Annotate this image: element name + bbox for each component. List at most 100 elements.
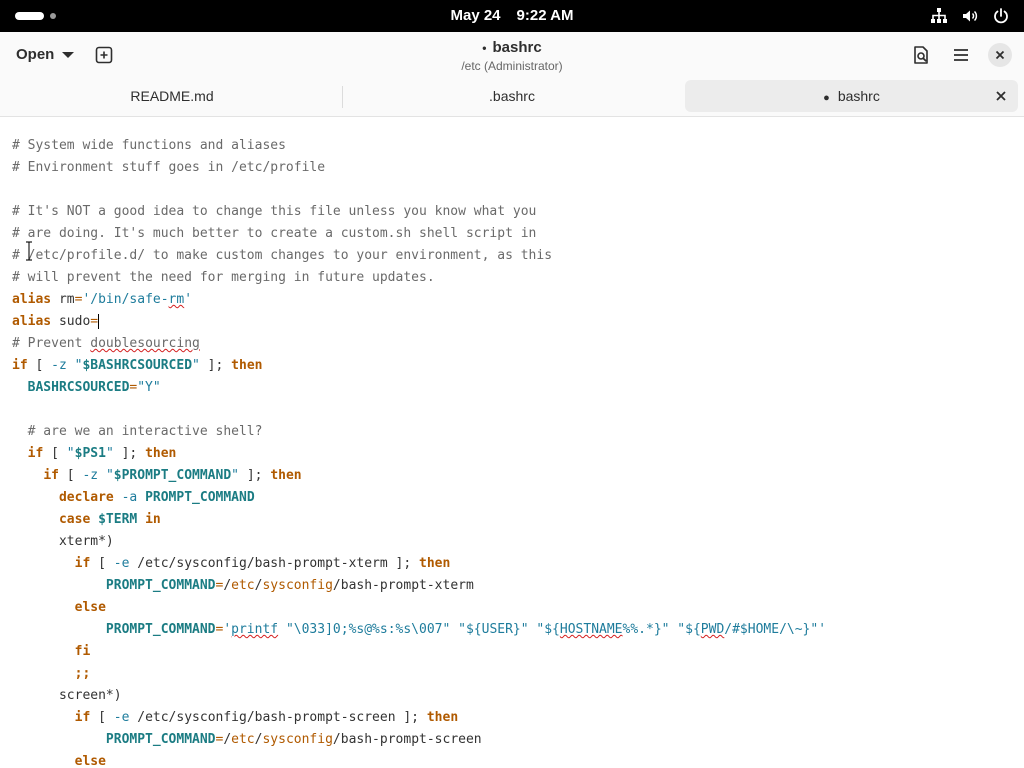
code-token: in — [145, 512, 161, 527]
code-token: $BASHRCSOURCED — [82, 358, 193, 373]
code-line[interactable]: # are doing. It's much better to create … — [12, 223, 1024, 245]
code-line[interactable]: if [ -z "$PROMPT_COMMAND" ]; then — [12, 465, 1024, 487]
code-token: fi — [74, 644, 91, 659]
code-line[interactable]: if [ -e /etc/sysconfig/bash-prompt-scree… — [12, 707, 1024, 729]
code-token: if — [74, 556, 91, 571]
code-token: -z — [82, 468, 99, 483]
code-line[interactable]: case $TERM in — [12, 509, 1024, 531]
power-icon[interactable] — [992, 7, 1010, 25]
volume-icon[interactable] — [961, 7, 979, 25]
code-token: PWD — [700, 622, 725, 637]
code-token: then — [145, 446, 177, 461]
text-insertion-cursor — [98, 314, 100, 329]
code-token: / — [223, 578, 232, 593]
chevron-down-icon — [62, 52, 75, 59]
code-token: PROMPT_COMMAND — [145, 490, 255, 505]
code-token: then — [270, 468, 302, 483]
code-token: then — [231, 358, 263, 373]
code-token: " — [105, 468, 114, 483]
tab-modified-indicator: ● — [823, 92, 830, 104]
code-line[interactable]: else — [12, 751, 1024, 768]
code-token: xterm*) — [12, 534, 114, 549]
code-token: PROMPT_COMMAND — [105, 578, 216, 593]
code-token: [ — [43, 446, 67, 461]
close-window-button[interactable] — [988, 43, 1012, 67]
code-line[interactable]: # will prevent the need for merging in f… — [12, 267, 1024, 289]
tab-bashrc[interactable]: ● bashrc — [685, 80, 1018, 112]
code-token: PROMPT_COMMAND — [105, 622, 216, 637]
code-line[interactable]: # It's NOT a good idea to change this fi… — [12, 201, 1024, 223]
code-line[interactable]: xterm*) — [12, 531, 1024, 553]
code-token: # will prevent the need for merging in f… — [12, 270, 435, 285]
tab-label: .bashrc — [489, 88, 535, 104]
code-line[interactable]: screen*) — [12, 685, 1024, 707]
code-token: "\033]0;%s@%s:%s\007" "${USER}" "${ — [278, 622, 560, 637]
code-token: / — [223, 732, 232, 747]
code-line[interactable]: # are we an interactive shell? — [12, 421, 1024, 443]
open-button[interactable]: Open — [12, 40, 78, 70]
new-tab-button[interactable] — [94, 45, 114, 65]
code-token: etc — [231, 732, 255, 747]
code-line[interactable] — [12, 399, 1024, 421]
system-tray[interactable] — [922, 7, 1010, 25]
code-line[interactable]: if [ -e /etc/sysconfig/bash-prompt-xterm… — [12, 553, 1024, 575]
code-token: alias — [12, 292, 52, 307]
text-cursor-ibeam-icon — [24, 241, 34, 261]
code-token: if — [74, 710, 91, 725]
clock-time[interactable]: 9:22 AM — [517, 7, 574, 24]
code-line[interactable]: PROMPT_COMMAND='printf "\033]0;%s@%s:%s\… — [12, 619, 1024, 641]
code-line[interactable]: alias sudo= — [12, 311, 1024, 333]
code-token: bash-prompt-xterm — [340, 578, 474, 593]
tab-label: bashrc — [837, 88, 880, 104]
main-menu-button[interactable] — [951, 45, 971, 65]
code-line[interactable]: else — [12, 597, 1024, 619]
document-title: bashrc — [492, 39, 542, 56]
code-line[interactable]: fi — [12, 641, 1024, 663]
code-view[interactable]: # System wide functions and aliases # Env… — [12, 135, 1024, 768]
code-token: # /etc/profile.d/ to make custom changes… — [12, 248, 553, 263]
close-tab-button[interactable] — [994, 89, 1008, 103]
code-line[interactable]: declare -a PROMPT_COMMAND — [12, 487, 1024, 509]
header-bar: Open • bashrc /etc (Administrator) — [0, 32, 1024, 78]
hamburger-menu-icon — [954, 49, 968, 61]
clock-date[interactable]: May 24 — [450, 7, 500, 24]
code-token: ;; — [74, 666, 91, 681]
code-token: /etc/sysconfig/bash-prompt-screen ]; — [129, 710, 427, 725]
code-line[interactable]: # Environment stuff goes in /etc/profile — [12, 157, 1024, 179]
code-token: # Environment stuff goes in /etc/profile — [12, 160, 326, 175]
code-line[interactable]: PROMPT_COMMAND=/etc/sysconfig/bash-promp… — [12, 575, 1024, 597]
tab-dot-bashrc[interactable]: .bashrc — [344, 80, 680, 112]
code-line[interactable]: BASHRCSOURCED="Y" — [12, 377, 1024, 399]
open-button-label: Open — [16, 46, 55, 63]
code-token: -z — [51, 358, 67, 373]
code-token: " — [231, 468, 239, 483]
network-icon[interactable] — [930, 7, 948, 25]
code-token: then — [419, 556, 451, 571]
code-line[interactable]: PROMPT_COMMAND=/etc/sysconfig/bash-promp… — [12, 729, 1024, 751]
code-line[interactable]: # System wide functions and aliases — [12, 135, 1024, 157]
code-token: else — [74, 600, 106, 615]
code-line[interactable]: if [ "$PS1" ]; then — [12, 443, 1024, 465]
tab-readme[interactable]: README.md — [4, 80, 340, 112]
code-token: # are doing. It's much better to create … — [12, 226, 537, 241]
code-token: ]; — [113, 446, 146, 461]
text-editor[interactable]: # System wide functions and aliases # Env… — [0, 117, 1024, 768]
document-search-button[interactable] — [911, 45, 931, 65]
code-line[interactable]: if [ -z "$BASHRCSOURCED" ]; then — [12, 355, 1024, 377]
code-token: " — [66, 446, 75, 461]
code-line[interactable]: ;; — [12, 663, 1024, 685]
code-token: if — [43, 468, 59, 483]
code-token: case — [58, 512, 91, 527]
code-line[interactable]: # /etc/profile.d/ to make custom changes… — [12, 245, 1024, 267]
code-token: ' — [184, 292, 193, 307]
code-token: -e — [113, 710, 130, 725]
code-line[interactable]: # Prevent doublesourcing — [12, 333, 1024, 355]
code-token: $PROMPT_COMMAND — [113, 468, 232, 483]
code-line[interactable] — [12, 179, 1024, 201]
code-line[interactable]: alias rm='/bin/safe-rm' — [12, 289, 1024, 311]
clock[interactable]: May 24 9:22 AM — [0, 0, 1024, 32]
